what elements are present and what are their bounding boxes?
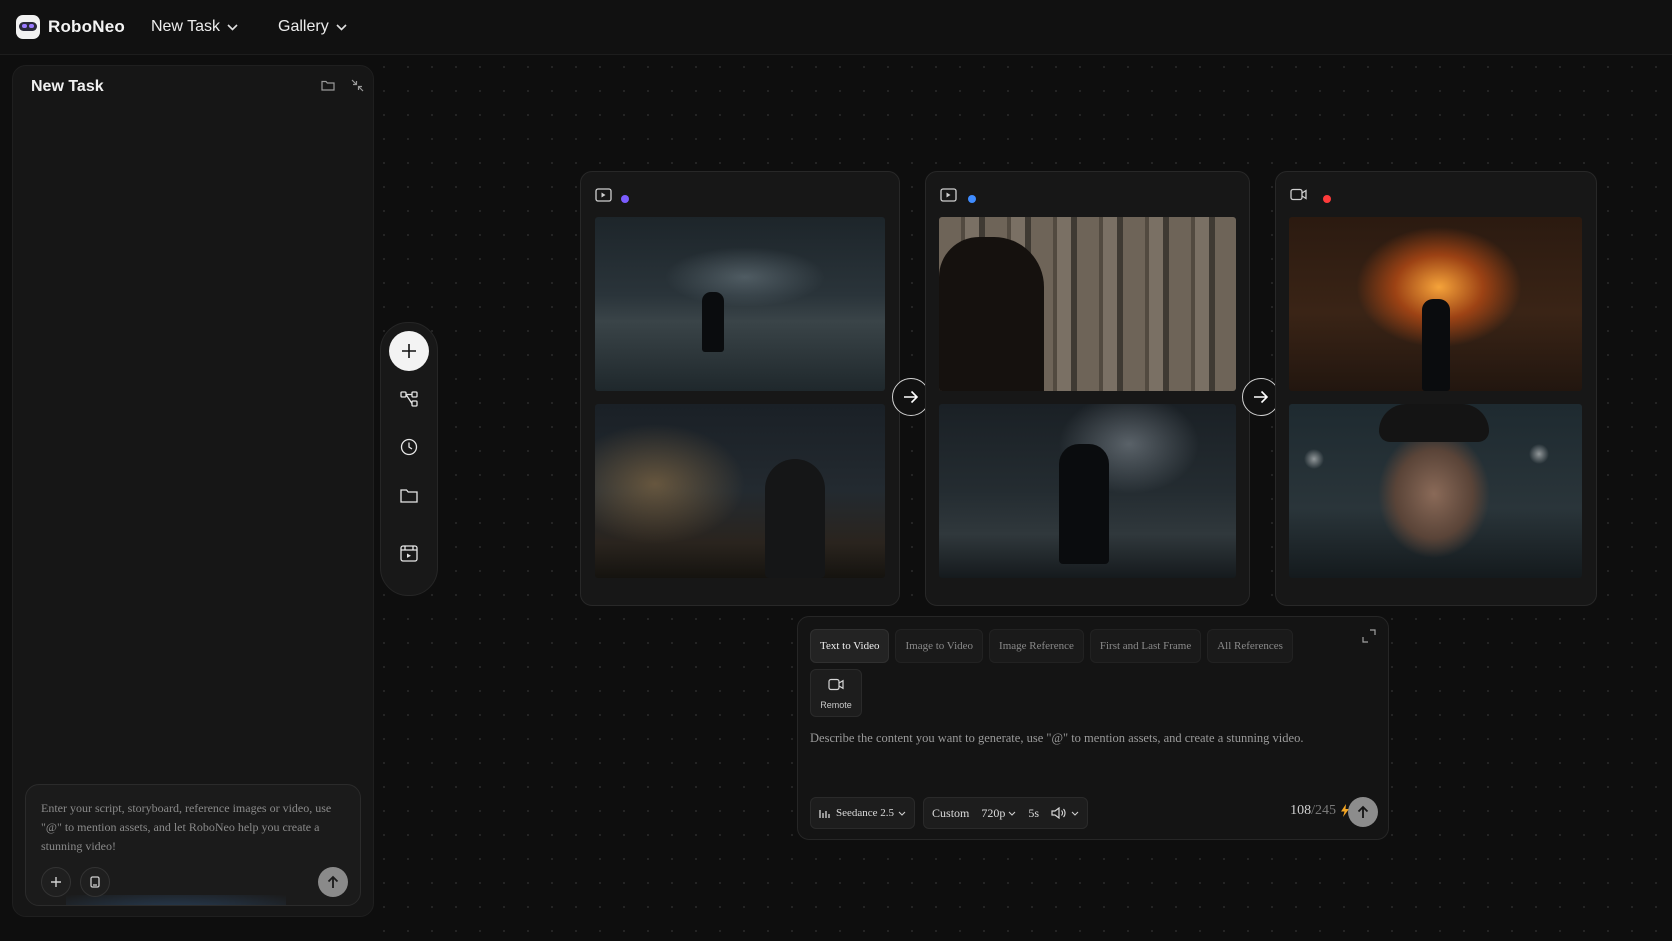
image-to-video-icon bbox=[940, 188, 957, 202]
storyboard-frame[interactable] bbox=[1289, 404, 1582, 578]
nav-gallery-label: Gallery bbox=[278, 18, 329, 35]
credits-counter: 108/245 bbox=[1290, 803, 1336, 819]
credits-total: /245 bbox=[1311, 803, 1336, 818]
arrow-up-icon bbox=[327, 875, 339, 888]
prompt-input[interactable]: Describe the content you want to generat… bbox=[810, 731, 1370, 746]
roboneo-logo-icon bbox=[16, 15, 40, 39]
top-bar: RoboNeo New Task Gallery bbox=[0, 0, 1672, 55]
folder-icon[interactable] bbox=[320, 77, 336, 93]
brand-name: RoboNeo bbox=[48, 17, 125, 36]
plus-icon bbox=[51, 877, 61, 887]
remote-label: Remote bbox=[820, 700, 852, 710]
credits-used: 108 bbox=[1290, 803, 1312, 818]
history-button[interactable] bbox=[395, 433, 423, 461]
add-attachment-button[interactable] bbox=[41, 867, 71, 897]
chat-input-box[interactable]: Enter your script, storyboard, reference… bbox=[25, 784, 361, 906]
tab-first-and-last-frame[interactable]: First and Last Frame bbox=[1089, 629, 1202, 663]
storyboard-button[interactable] bbox=[80, 867, 110, 897]
generation-options: Seedance 2.5 Custom 720p 5s bbox=[810, 797, 1096, 829]
tab-image-to-video[interactable]: Image to Video bbox=[895, 629, 984, 663]
storyboard-card-1[interactable] bbox=[580, 171, 900, 606]
speaker-icon bbox=[1051, 807, 1066, 819]
card-status-dot bbox=[621, 195, 629, 203]
nav-gallery[interactable]: Gallery bbox=[278, 18, 347, 36]
image-to-video-icon bbox=[595, 188, 612, 202]
tab-image-reference[interactable]: Image Reference bbox=[989, 629, 1084, 663]
chevron-down-icon bbox=[227, 23, 238, 31]
panel-title: New Task bbox=[31, 78, 104, 95]
chevron-down-icon bbox=[336, 23, 347, 31]
aspect-ratio-selector[interactable]: Custom bbox=[932, 806, 969, 821]
mobile-frame-icon bbox=[90, 876, 100, 888]
mode-tabs: Text to Video Image to Video Image Refer… bbox=[810, 629, 1299, 663]
resolution-selector[interactable]: 720p bbox=[981, 806, 1016, 821]
timeline-button[interactable] bbox=[395, 539, 423, 567]
video-settings-group: Custom 720p 5s bbox=[923, 797, 1089, 829]
chevron-down-icon bbox=[1008, 811, 1016, 816]
plus-icon bbox=[402, 344, 416, 358]
audio-selector[interactable] bbox=[1051, 807, 1079, 819]
storyboard-frame[interactable] bbox=[939, 404, 1236, 578]
video-composer: Text to Video Image to Video Image Refer… bbox=[797, 616, 1389, 840]
chevron-down-icon bbox=[1071, 811, 1079, 816]
model-name: Seedance 2.5 bbox=[836, 807, 895, 819]
canvas-toolbar bbox=[380, 322, 438, 596]
arrow-up-icon bbox=[1357, 805, 1369, 818]
nav-new-task[interactable]: New Task bbox=[151, 18, 238, 36]
tab-all-references[interactable]: All References bbox=[1207, 629, 1293, 663]
folder-icon bbox=[400, 488, 418, 503]
film-calendar-icon bbox=[400, 544, 418, 562]
chevron-down-icon bbox=[898, 811, 906, 816]
duration-selector[interactable]: 5s bbox=[1028, 806, 1039, 821]
workflow-button[interactable] bbox=[395, 385, 423, 413]
storyboard-card-3[interactable] bbox=[1275, 171, 1597, 606]
aspect-ratio-value: Custom bbox=[932, 805, 970, 820]
brand[interactable]: RoboNeo bbox=[16, 15, 125, 39]
card-status-dot bbox=[1323, 195, 1331, 203]
duration-value: 5s bbox=[1028, 805, 1040, 820]
model-selector[interactable]: Seedance 2.5 bbox=[810, 797, 916, 829]
chat-send-button[interactable] bbox=[318, 867, 348, 897]
assets-button[interactable] bbox=[395, 481, 423, 509]
model-bars-icon bbox=[819, 809, 830, 818]
task-panel: New Task Enter your script, storyboard, … bbox=[12, 65, 374, 917]
arrow-right-icon bbox=[1254, 390, 1269, 404]
resolution-value: 720p bbox=[981, 805, 1006, 820]
collapse-icon[interactable] bbox=[349, 77, 365, 93]
workflow-nodes-icon bbox=[400, 391, 418, 407]
storyboard-frame[interactable] bbox=[595, 217, 885, 391]
clock-icon bbox=[400, 438, 418, 456]
remote-asset-chip[interactable]: Remote bbox=[810, 669, 862, 717]
arrow-right-icon bbox=[904, 390, 919, 404]
card-status-dot bbox=[968, 195, 976, 203]
storyboard-frame[interactable] bbox=[939, 217, 1236, 391]
nav-new-task-label: New Task bbox=[150, 18, 221, 35]
chat-input-placeholder[interactable]: Enter your script, storyboard, reference… bbox=[41, 799, 346, 856]
expand-icon[interactable] bbox=[1362, 629, 1378, 645]
tab-text-to-video[interactable]: Text to Video bbox=[810, 629, 890, 663]
video-camera-icon bbox=[828, 678, 844, 691]
storyboard-frame[interactable] bbox=[1289, 217, 1582, 391]
storyboard-card-2[interactable] bbox=[925, 171, 1250, 606]
video-icon bbox=[1290, 188, 1307, 201]
generate-button[interactable] bbox=[1348, 797, 1378, 827]
add-node-button[interactable] bbox=[389, 331, 429, 371]
storyboard-frame[interactable] bbox=[595, 404, 885, 578]
